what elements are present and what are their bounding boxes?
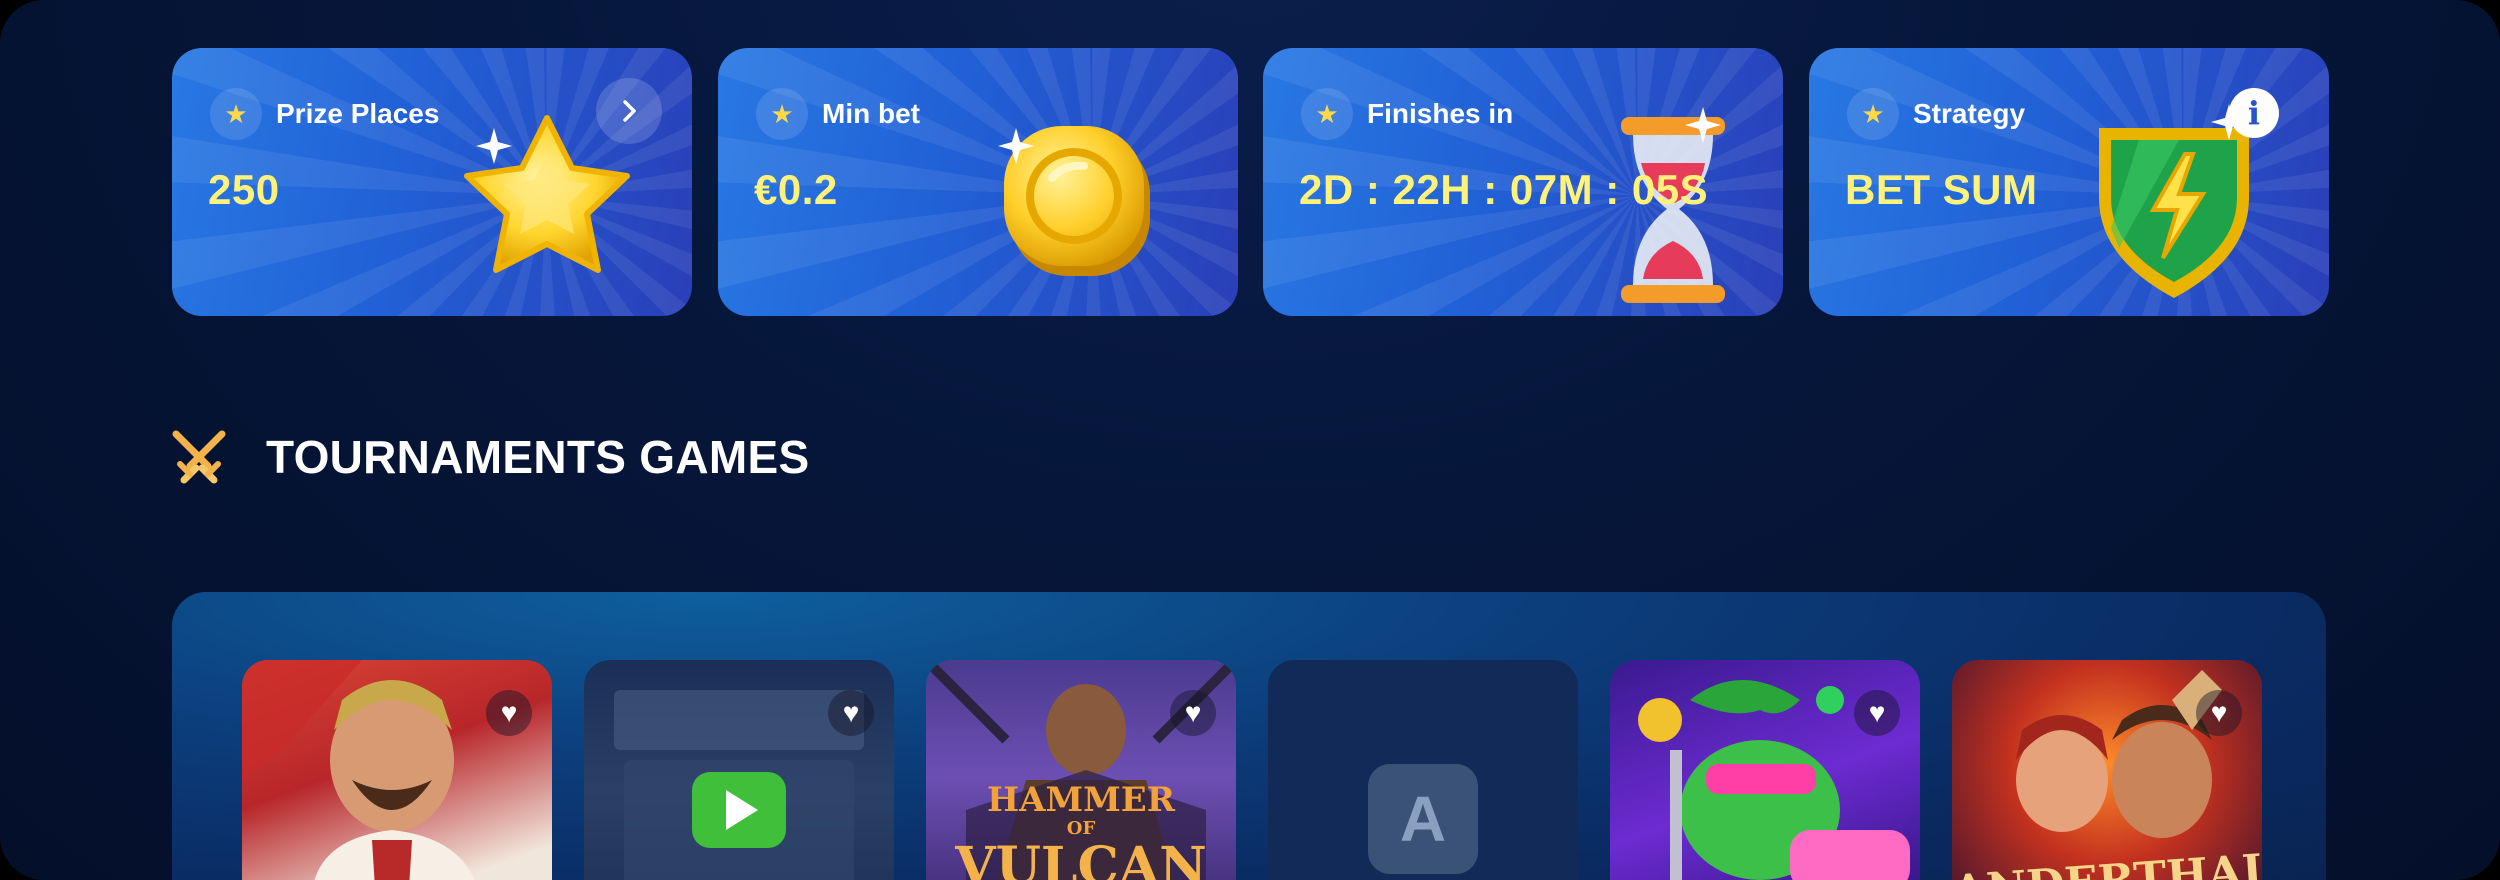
- star-icon: ★: [756, 88, 808, 140]
- star-icon: ★: [1301, 88, 1353, 140]
- strategy-info-button[interactable]: i: [2229, 88, 2279, 138]
- favorite-button[interactable]: ♥: [486, 690, 532, 736]
- info-icon: i: [2247, 94, 2261, 132]
- min-bet-label: Min bet: [822, 98, 920, 129]
- finishes-in-label: Finishes in: [1367, 98, 1514, 129]
- game-tile-hammer-of-vulcan[interactable]: HAMMER OF VULCAN ♥: [926, 660, 1236, 880]
- prize-places-card: ★ Prize Places 250: [172, 48, 692, 316]
- favorite-button[interactable]: ♥: [1170, 690, 1216, 736]
- prize-places-next-button[interactable]: [596, 78, 662, 144]
- tournament-page: ★ Prize Places 250 ★ Min bet €0.2 ★ Fini…: [0, 0, 2500, 880]
- min-bet-label-group: ★ Min bet: [756, 88, 920, 140]
- crossed-swords-icon: [172, 430, 226, 484]
- favorite-button[interactable]: ♥: [2196, 690, 2242, 736]
- game-tile-western[interactable]: ♥: [584, 660, 894, 880]
- game-tile-placeholder[interactable]: A: [1268, 660, 1578, 880]
- heart-icon: ♥: [500, 697, 518, 728]
- chevron-right-icon: [623, 100, 636, 122]
- placeholder-letter: A: [1368, 764, 1478, 874]
- star-icon: ★: [1847, 88, 1899, 140]
- strategy-label-group: ★ Strategy: [1847, 88, 2025, 140]
- strategy-card: ★ Strategy BET SUM i: [1809, 48, 2329, 316]
- heart-icon: ♥: [2210, 697, 2228, 728]
- finishes-in-label-group: ★ Finishes in: [1301, 88, 1513, 140]
- strategy-label: Strategy: [1913, 98, 2026, 129]
- finishes-in-card: ★ Finishes in 2D : 22H : 07M : 05S: [1263, 48, 1783, 316]
- min-bet-value: €0.2: [754, 166, 838, 213]
- prize-places-value: 250: [208, 166, 280, 213]
- coin-art: [998, 126, 1150, 276]
- vulcan-logo-line3: VULCAN: [955, 836, 1207, 880]
- game-tile-caveman[interactable]: ANDERTHALS ♥: [1952, 660, 2262, 880]
- finishes-in-countdown: 2D : 22H : 07M : 05S: [1299, 166, 1709, 213]
- strategy-value: BET SUM: [1845, 166, 2038, 213]
- tournaments-games-title: TOURNAMENTS GAMES: [266, 431, 810, 483]
- heart-icon: ♥: [842, 697, 860, 728]
- star-icon: ★: [210, 88, 262, 140]
- prize-places-label: Prize Places: [276, 98, 440, 129]
- favorite-button[interactable]: ♥: [1854, 690, 1900, 736]
- heart-icon: ♥: [1184, 697, 1202, 728]
- favorite-button[interactable]: ♥: [828, 690, 874, 736]
- min-bet-card: ★ Min bet €0.2: [718, 48, 1238, 316]
- heart-icon: ♥: [1868, 697, 1886, 728]
- vulcan-logo-line1: HAMMER: [987, 780, 1175, 820]
- game-tile-frog-casino[interactable]: ♥: [1610, 660, 1920, 880]
- game-tile-king[interactable]: ♥: [242, 660, 552, 880]
- prize-places-label-group: ★ Prize Places: [210, 88, 439, 140]
